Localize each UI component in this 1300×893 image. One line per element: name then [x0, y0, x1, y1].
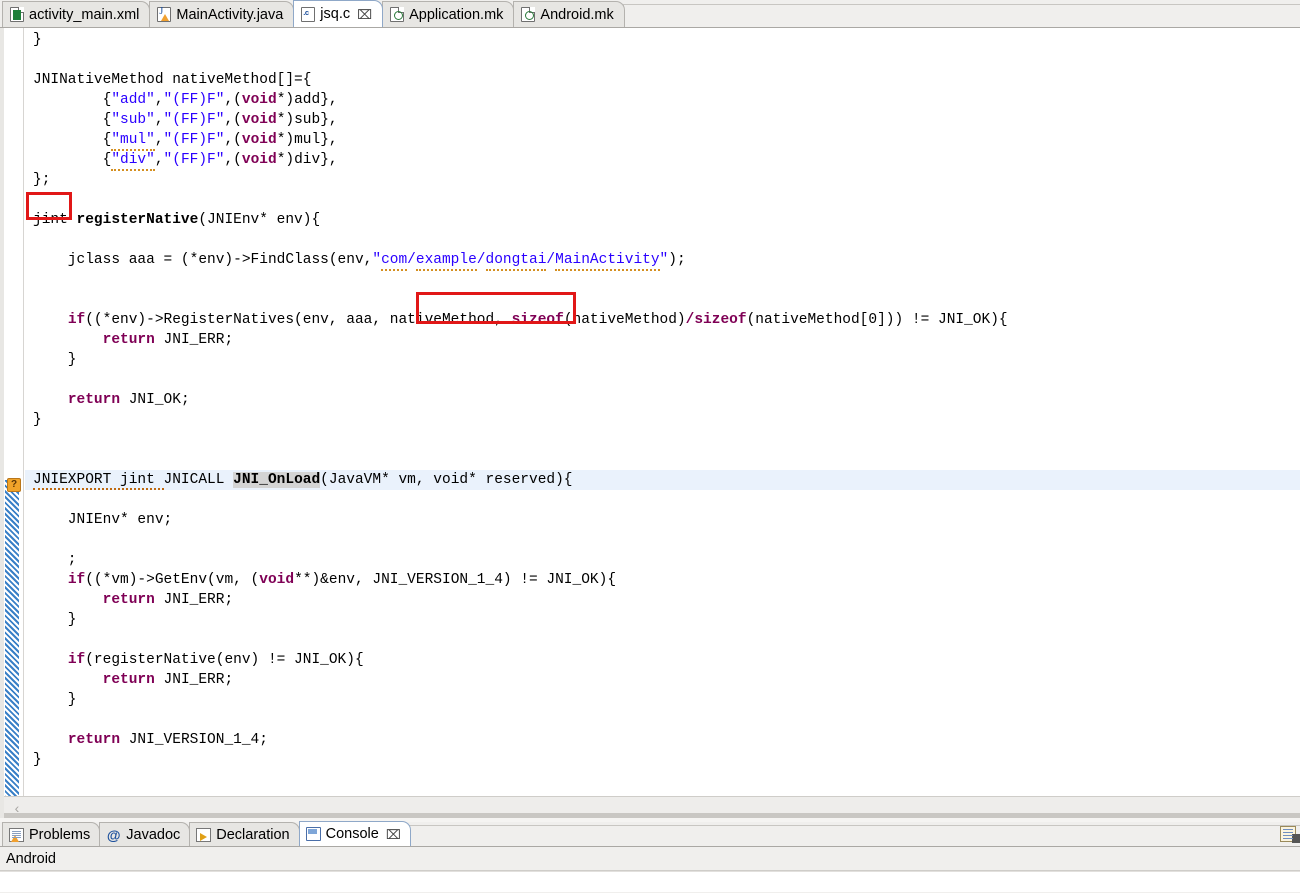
code-line[interactable]: [25, 290, 1300, 310]
code-line[interactable]: [25, 370, 1300, 390]
code-line[interactable]: }: [25, 750, 1300, 770]
console-output[interactable]: [0, 871, 1300, 892]
code-line[interactable]: }: [25, 690, 1300, 710]
editor-tab-jsq-c[interactable]: jsq.c ⌧: [293, 0, 384, 27]
code-line[interactable]: [25, 50, 1300, 70]
code-line[interactable]: {"mul","(FF)F",(void*)mul},: [25, 130, 1300, 151]
code-line[interactable]: }: [25, 410, 1300, 430]
bottom-tab-console[interactable]: Console ⌧: [298, 821, 411, 846]
code-line[interactable]: return JNI_OK;: [25, 390, 1300, 410]
close-icon[interactable]: ⌧: [386, 828, 401, 841]
editor-tab-application-mk[interactable]: Application.mk: [382, 1, 515, 27]
editor-bottom-edge: [4, 813, 1300, 818]
bottom-tab-label: Javadoc: [126, 826, 181, 843]
console-toolbar[interactable]: [1270, 824, 1300, 844]
code-line[interactable]: return JNI_ERR;: [25, 670, 1300, 690]
code-area[interactable]: } JNINativeMethod nativeMethod[]={ {"add…: [25, 28, 1300, 796]
declaration-icon: [196, 827, 212, 842]
code-line[interactable]: ;: [25, 550, 1300, 570]
editor-tab-label: Application.mk: [409, 6, 504, 23]
xml-file-icon: [10, 7, 24, 22]
code-line[interactable]: [25, 450, 1300, 470]
code-line[interactable]: {"sub","(FF)F",(void*)sub},: [25, 110, 1300, 130]
editor-tab-activity-main-xml[interactable]: activity_main.xml: [2, 1, 151, 27]
bottom-tab-javadoc[interactable]: @ Javadoc: [99, 822, 191, 846]
code-line[interactable]: }: [25, 30, 1300, 50]
code-line[interactable]: JNIEXPORT jint JNICALL JNI_OnLoad(JavaVM…: [25, 470, 1300, 490]
code-line[interactable]: jint registerNative(JNIEnv* env){: [25, 210, 1300, 230]
code-line[interactable]: return JNI_ERR;: [25, 590, 1300, 610]
bottom-tab-bar-empty-area: [408, 825, 1300, 846]
code-line[interactable]: JNIEnv* env;: [25, 510, 1300, 530]
close-icon[interactable]: ⌧: [357, 8, 372, 21]
editor-tab-android-mk[interactable]: Android.mk: [513, 1, 625, 27]
code-line[interactable]: [25, 190, 1300, 210]
code-line[interactable]: {"add","(FF)F",(void*)add},: [25, 90, 1300, 110]
code-line[interactable]: [25, 230, 1300, 250]
code-line[interactable]: JNINativeMethod nativeMethod[]={: [25, 70, 1300, 90]
code-line[interactable]: if((*env)->RegisterNatives(env, aaa, nat…: [25, 310, 1300, 330]
code-line[interactable]: };: [25, 170, 1300, 190]
source-editor[interactable]: ? } JNINativeMethod nativeMethod[]={ {"a…: [0, 28, 1300, 818]
code-line[interactable]: [25, 710, 1300, 730]
java-file-warning-icon: [157, 6, 172, 22]
bottom-tab-label: Console: [325, 826, 379, 842]
code-line[interactable]: [25, 530, 1300, 550]
bottom-tab-label: Problems: [29, 826, 91, 843]
code-line[interactable]: [25, 270, 1300, 290]
makefile-icon: [521, 7, 536, 22]
code-line[interactable]: {"div","(FF)F",(void*)div},: [25, 150, 1300, 171]
annotation-ruler[interactable]: ?: [4, 28, 24, 818]
editor-tab-label: activity_main.xml: [29, 6, 140, 23]
code-line[interactable]: jclass aaa = (*env)->FindClass(env,"com/…: [25, 250, 1300, 271]
code-line[interactable]: [25, 430, 1300, 450]
editor-tab-bar: activity_main.xml MainActivity.java jsq.…: [0, 0, 1300, 28]
eclipse-window: activity_main.xml MainActivity.java jsq.…: [0, 0, 1300, 893]
warning-marker-icon[interactable]: ?: [7, 478, 21, 492]
editor-tab-label: Android.mk: [540, 6, 614, 23]
tab-bar-empty-area: [622, 4, 1300, 27]
editor-tab-label: jsq.c: [320, 6, 351, 22]
console-icon: [305, 827, 321, 841]
bottom-tab-label: Declaration: [216, 826, 290, 843]
code-line[interactable]: }: [25, 350, 1300, 370]
editor-tab-label: MainActivity.java: [176, 6, 284, 23]
javadoc-icon: @: [106, 826, 121, 843]
folding-region-indicator[interactable]: [5, 480, 19, 798]
editor-tab-mainactivity-java[interactable]: MainActivity.java: [149, 1, 295, 27]
code-line[interactable]: [25, 490, 1300, 510]
console-name-label: Android: [0, 847, 1300, 871]
code-line[interactable]: return JNI_VERSION_1_4;: [25, 730, 1300, 750]
code-line[interactable]: [25, 630, 1300, 650]
bottom-tab-problems[interactable]: Problems: [2, 822, 101, 846]
makefile-icon: [390, 7, 405, 22]
code-line[interactable]: return JNI_ERR;: [25, 330, 1300, 350]
c-file-icon: [301, 6, 316, 22]
problems-icon: [9, 827, 24, 842]
code-line[interactable]: if((*vm)->GetEnv(vm, (void**)&env, JNI_V…: [25, 570, 1300, 590]
bottom-tab-declaration[interactable]: Declaration: [189, 822, 300, 846]
bottom-tab-bar: Problems @ Javadoc Declaration Console ⌧: [0, 821, 1300, 847]
display-selected-console-icon[interactable]: [1280, 826, 1300, 843]
code-line[interactable]: if(registerNative(env) != JNI_OK){: [25, 650, 1300, 670]
bottom-view-stack: Problems @ Javadoc Declaration Console ⌧…: [0, 821, 1300, 893]
code-line[interactable]: }: [25, 610, 1300, 630]
